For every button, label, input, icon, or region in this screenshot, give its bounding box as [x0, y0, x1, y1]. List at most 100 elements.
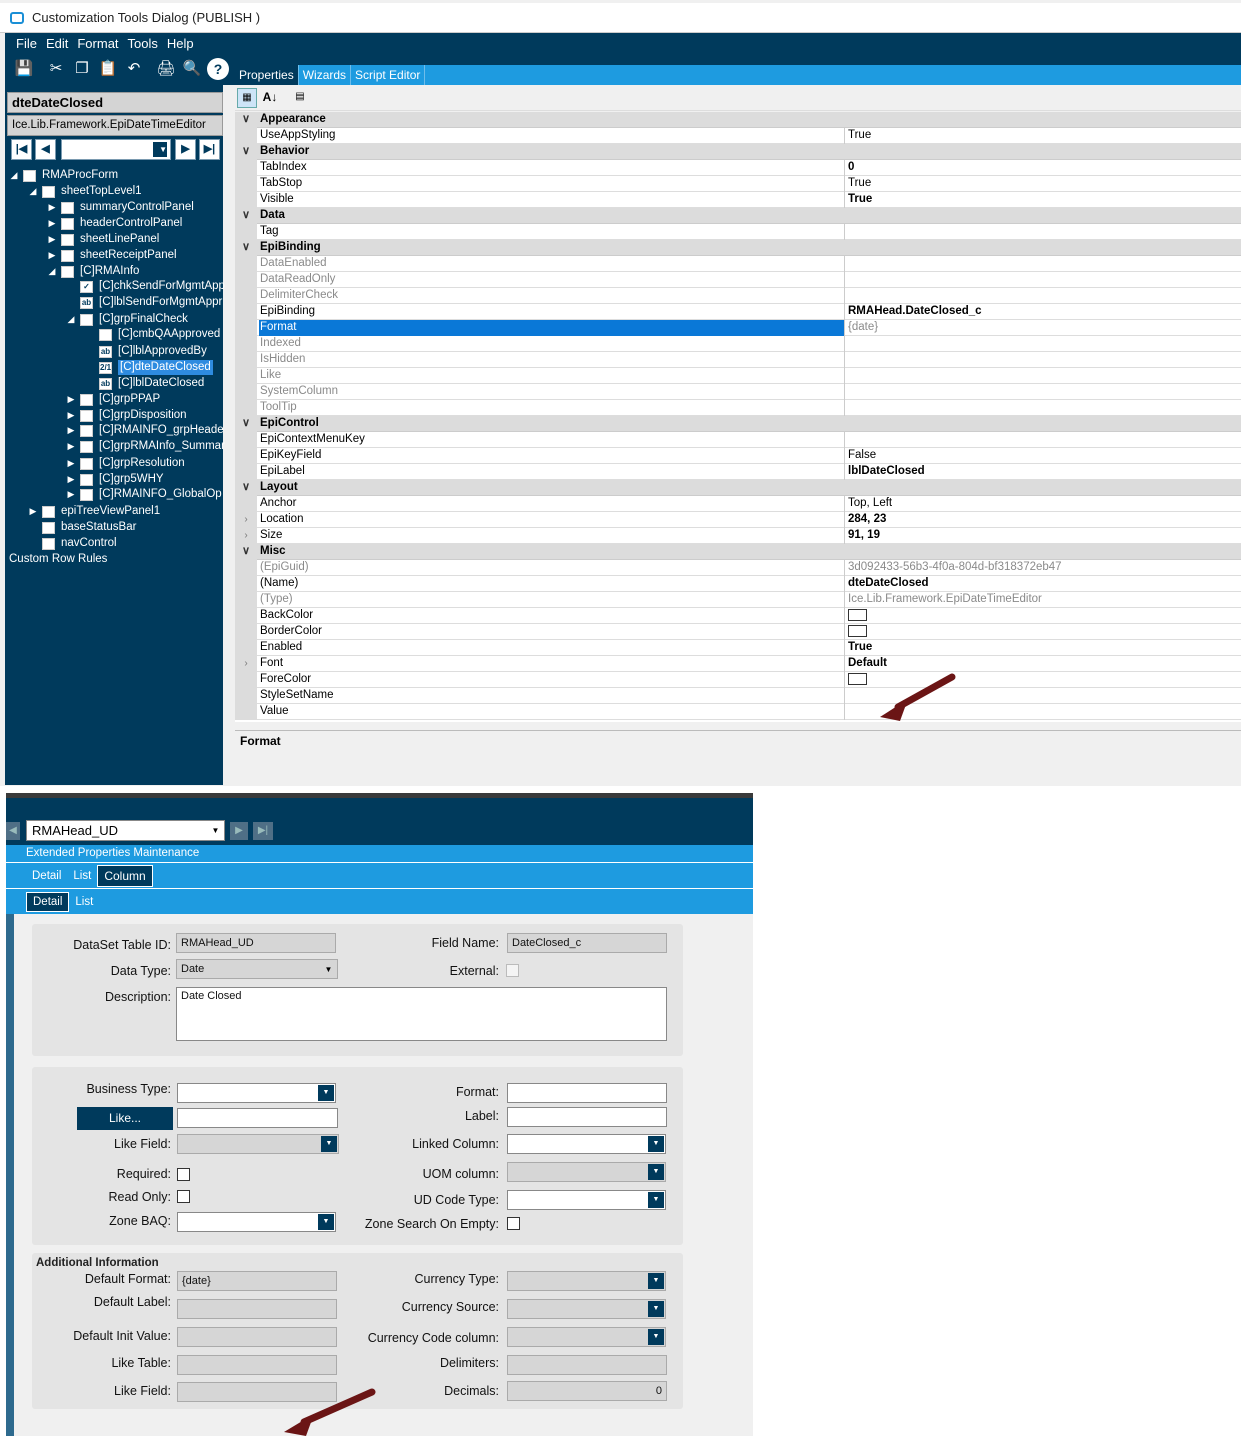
expand-closed-icon[interactable]: ▶ [47, 216, 57, 231]
property-value[interactable] [847, 272, 1241, 288]
property-value[interactable]: 284, 23 [847, 512, 1241, 528]
property-category[interactable]: ∨ Misc [235, 544, 1241, 560]
tree-node[interactable]: ◢ [C]grpFinalCheck [66, 312, 188, 327]
expand-closed-icon[interactable]: ▶ [66, 439, 76, 454]
menu-format[interactable]: Format [77, 36, 118, 51]
expand-closed-icon[interactable]: ▶ [66, 392, 76, 407]
property-row[interactable]: DataEnabled [235, 256, 1241, 272]
expand-closed-icon[interactable]: ▶ [47, 232, 57, 247]
property-value[interactable]: Ice.Lib.Framework.EpiDateTimeEditor [847, 592, 1241, 608]
description-textarea[interactable]: Date Closed [176, 987, 667, 1041]
property-value[interactable] [847, 608, 1241, 624]
like-input[interactable] [177, 1108, 338, 1128]
tree-node[interactable]: ▶ sheetReceiptPanel [47, 248, 177, 263]
property-category[interactable]: ∨ EpiControl [235, 416, 1241, 432]
tree-node[interactable]: ▶ [C]RMAINFO_GlobalOp [66, 487, 222, 502]
property-row[interactable]: EpiKeyField False [235, 448, 1241, 464]
ud-code-type-select[interactable]: ▼ [507, 1190, 666, 1210]
expand-closed-icon[interactable]: ▶ [66, 408, 76, 423]
property-row[interactable]: Visible True [235, 192, 1241, 208]
label-input[interactable] [507, 1107, 667, 1127]
like-field-select[interactable]: ▼ [177, 1134, 339, 1154]
property-category[interactable]: ∨ EpiBinding [235, 240, 1241, 256]
print-preview-icon[interactable]: 🔍 [181, 58, 203, 80]
table-selector[interactable]: RMAHead_UD ▼ [26, 820, 225, 841]
next-record-icon[interactable]: ▶ [175, 139, 196, 160]
tree-node[interactable]: ▶ [C]grpRMAInfo_Summar [66, 439, 225, 454]
expand-closed-icon[interactable]: ▶ [66, 472, 76, 487]
tree-node[interactable]: ▶ [C]grpResolution [66, 456, 185, 471]
property-value[interactable]: True [847, 176, 1241, 192]
property-row[interactable]: Anchor Top, Left [235, 496, 1241, 512]
property-row[interactable]: TabIndex 0 [235, 160, 1241, 176]
property-row[interactable]: EpiBinding RMAHead.DateClosed_c [235, 304, 1241, 320]
property-value[interactable] [847, 432, 1241, 448]
menu-file[interactable]: File [16, 36, 37, 51]
expand-closed-icon[interactable]: ▶ [66, 456, 76, 471]
tree-node[interactable]: ◢ sheetTopLevel1 [28, 184, 142, 199]
external-checkbox[interactable] [506, 964, 519, 977]
expand-closed-icon[interactable]: ▶ [47, 200, 57, 215]
previous-record-icon[interactable]: ◀ [35, 139, 56, 160]
property-row[interactable]: DataReadOnly [235, 272, 1241, 288]
tree-node[interactable]: ▶ [C]RMAINFO_grpHeade [66, 423, 224, 438]
print-icon[interactable]: 🖨 [155, 58, 177, 80]
tree-node[interactable]: ▶ [C]grpDisposition [66, 408, 187, 423]
property-value[interactable]: True [847, 640, 1241, 656]
property-row[interactable]: Format {date} [235, 320, 1241, 336]
default-format-field[interactable]: {date} [177, 1271, 337, 1291]
tree-node[interactable]: ab [C]lblApprovedBy [85, 344, 207, 359]
menu-tools[interactable]: Tools [128, 36, 158, 51]
property-value[interactable]: 91, 19 [847, 528, 1241, 544]
property-category[interactable]: ∨ Layout [235, 480, 1241, 496]
expand-closed-icon[interactable]: ▶ [66, 423, 76, 438]
property-value[interactable]: Top, Left [847, 496, 1241, 512]
property-row[interactable]: Like [235, 368, 1241, 384]
like-button[interactable]: Like... [77, 1107, 173, 1130]
previous-icon[interactable]: ◀ [6, 822, 20, 840]
currency-code-select[interactable]: ▼ [507, 1327, 666, 1347]
property-row[interactable]: DelimiterCheck [235, 288, 1241, 304]
property-row[interactable]: UseAppStyling True [235, 128, 1241, 144]
required-checkbox[interactable] [177, 1168, 190, 1181]
tree-node[interactable]: ◢ RMAProcForm [9, 168, 118, 183]
tree-node[interactable]: ▶ [C]grpPPAP [66, 392, 160, 407]
tab-column-detail[interactable]: Detail [26, 891, 70, 912]
expand-closed-icon[interactable]: ▶ [28, 504, 38, 519]
tab-list[interactable]: List [67, 867, 97, 885]
decimals-field[interactable]: 0 [507, 1381, 667, 1401]
property-row[interactable]: ForeColor [235, 672, 1241, 688]
tree-node[interactable]: ab [C]lblDateClosed [85, 376, 204, 391]
tab-properties[interactable]: Properties [235, 65, 299, 85]
uom-column-select[interactable]: ▼ [507, 1162, 666, 1182]
property-value[interactable]: False [847, 448, 1241, 464]
property-row[interactable]: Value [235, 704, 1241, 720]
property-value[interactable]: lblDateClosed [847, 464, 1241, 480]
undo-icon[interactable]: ↶ [123, 58, 145, 80]
tree-node[interactable]: ab [C]lblSendForMgmtAppr [66, 295, 222, 310]
tree-node[interactable]: Custom Row Rules [9, 552, 107, 567]
tree-node[interactable]: ◢ [C]RMAInfo [47, 264, 139, 279]
last-record-icon[interactable]: ▶| [199, 139, 220, 160]
tab-column[interactable]: Column [97, 864, 153, 887]
copy-icon[interactable]: ❐ [71, 58, 93, 80]
zone-search-checkbox[interactable] [507, 1217, 520, 1230]
tree-node[interactable]: 2/1 [C]dteDateClosed [85, 360, 213, 375]
property-row[interactable]: TabStop True [235, 176, 1241, 192]
like-table-field[interactable] [177, 1355, 337, 1375]
property-row[interactable]: (Name) dteDateClosed [235, 576, 1241, 592]
control-dropdown[interactable]: ▼ [61, 139, 171, 160]
business-type-select[interactable]: ▼ [177, 1083, 336, 1103]
property-value[interactable]: True [847, 128, 1241, 144]
property-row[interactable]: › Size 91, 19 [235, 528, 1241, 544]
property-pages-icon[interactable]: ▤ [290, 88, 310, 108]
property-value[interactable] [847, 400, 1241, 416]
expand-open-icon[interactable]: ◢ [47, 264, 57, 279]
property-row[interactable]: (EpiGuid) 3d092433-56b3-4f0a-804d-bf31837… [235, 560, 1241, 576]
save-icon[interactable]: 💾 [13, 58, 35, 80]
property-row[interactable]: StyleSetName [235, 688, 1241, 704]
tree-node[interactable]: ▶ [C]grp5WHY [66, 472, 164, 487]
property-value[interactable]: dteDateClosed [847, 576, 1241, 592]
property-value[interactable]: {date} [847, 320, 1241, 336]
expand-open-icon[interactable]: ◢ [28, 184, 38, 199]
